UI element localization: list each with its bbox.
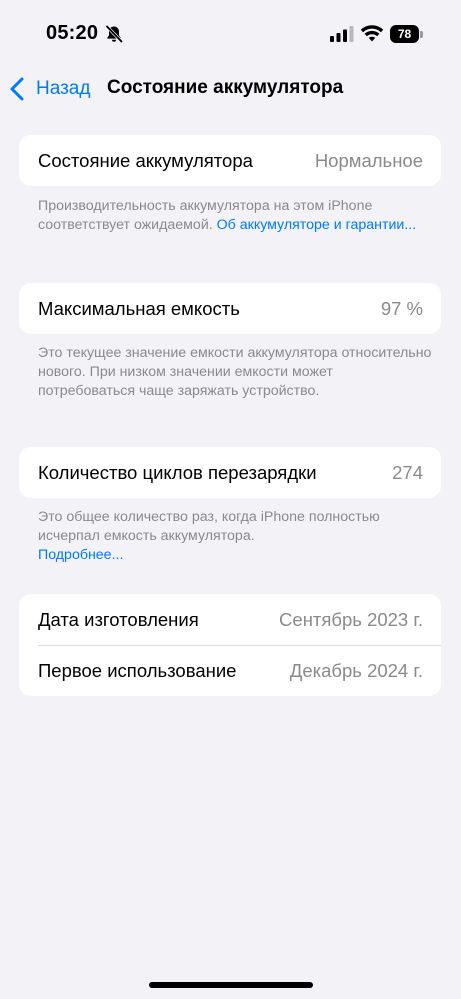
cycle-count-footnote-text: Это общее количество раз, когда iPhone п… [38,509,380,544]
back-label: Назад [36,78,91,99]
cycle-count-footnote: Это общее количество раз, когда iPhone п… [38,508,433,565]
cycle-count-value: 274 [392,461,423,483]
battery-warranty-link[interactable]: Об аккумуляторе и гарантии... [217,217,417,233]
chevron-left-icon [10,77,24,101]
dates-card: Дата изготовления Сентябрь 2023 г. Перво… [19,594,441,696]
battery-icon: 78 [390,25,424,43]
status-time: 05:20 [46,22,99,44]
cycle-count-card: Количество циклов перезарядки 274 [19,447,441,498]
home-indicator[interactable] [149,982,313,988]
learn-more-link[interactable]: Подробнее... [38,546,433,565]
max-capacity-row: Максимальная емкость 97 % [19,283,441,334]
battery-health-label: Состояние аккумулятора [38,149,253,171]
max-capacity-value: 97 % [380,297,423,319]
cycle-count-label: Количество циклов перезарядки [38,461,317,483]
battery-health-footnote: Производительность аккумулятора на этом … [38,197,433,235]
battery-health-row: Состояние аккумулятора Нормальное [19,135,441,186]
first-use-value: Декабрь 2024 г. [289,659,423,681]
battery-health-card: Состояние аккумулятора Нормальное [19,135,441,186]
battery-health-value: Нормальное [314,149,423,171]
max-capacity-card: Максимальная емкость 97 % [19,283,441,334]
manufacture-date-row: Дата изготовления Сентябрь 2023 г. [19,594,441,645]
cellular-signal-icon [330,26,354,42]
cycle-count-row: Количество циклов перезарядки 274 [19,447,441,498]
nav-bar: Назад Состояние аккумулятора [0,64,461,114]
back-button[interactable]: Назад [8,74,90,104]
page-title: Состояние аккумулятора [107,77,344,98]
first-use-label: Первое использование [38,659,237,681]
wifi-icon [360,25,384,42]
manufacture-date-label: Дата изготовления [38,608,199,630]
battery-tip [420,31,423,38]
first-use-row: Первое использование Декабрь 2024 г. [19,645,441,696]
bell-slash-icon [105,25,123,43]
battery-level: 78 [390,25,419,43]
max-capacity-label: Максимальная емкость [38,297,240,319]
max-capacity-footnote: Это текущее значение емкости аккумулятор… [38,345,432,399]
status-bar: 05:20 78 [0,0,461,64]
manufacture-date-value: Сентябрь 2023 г. [279,608,423,630]
